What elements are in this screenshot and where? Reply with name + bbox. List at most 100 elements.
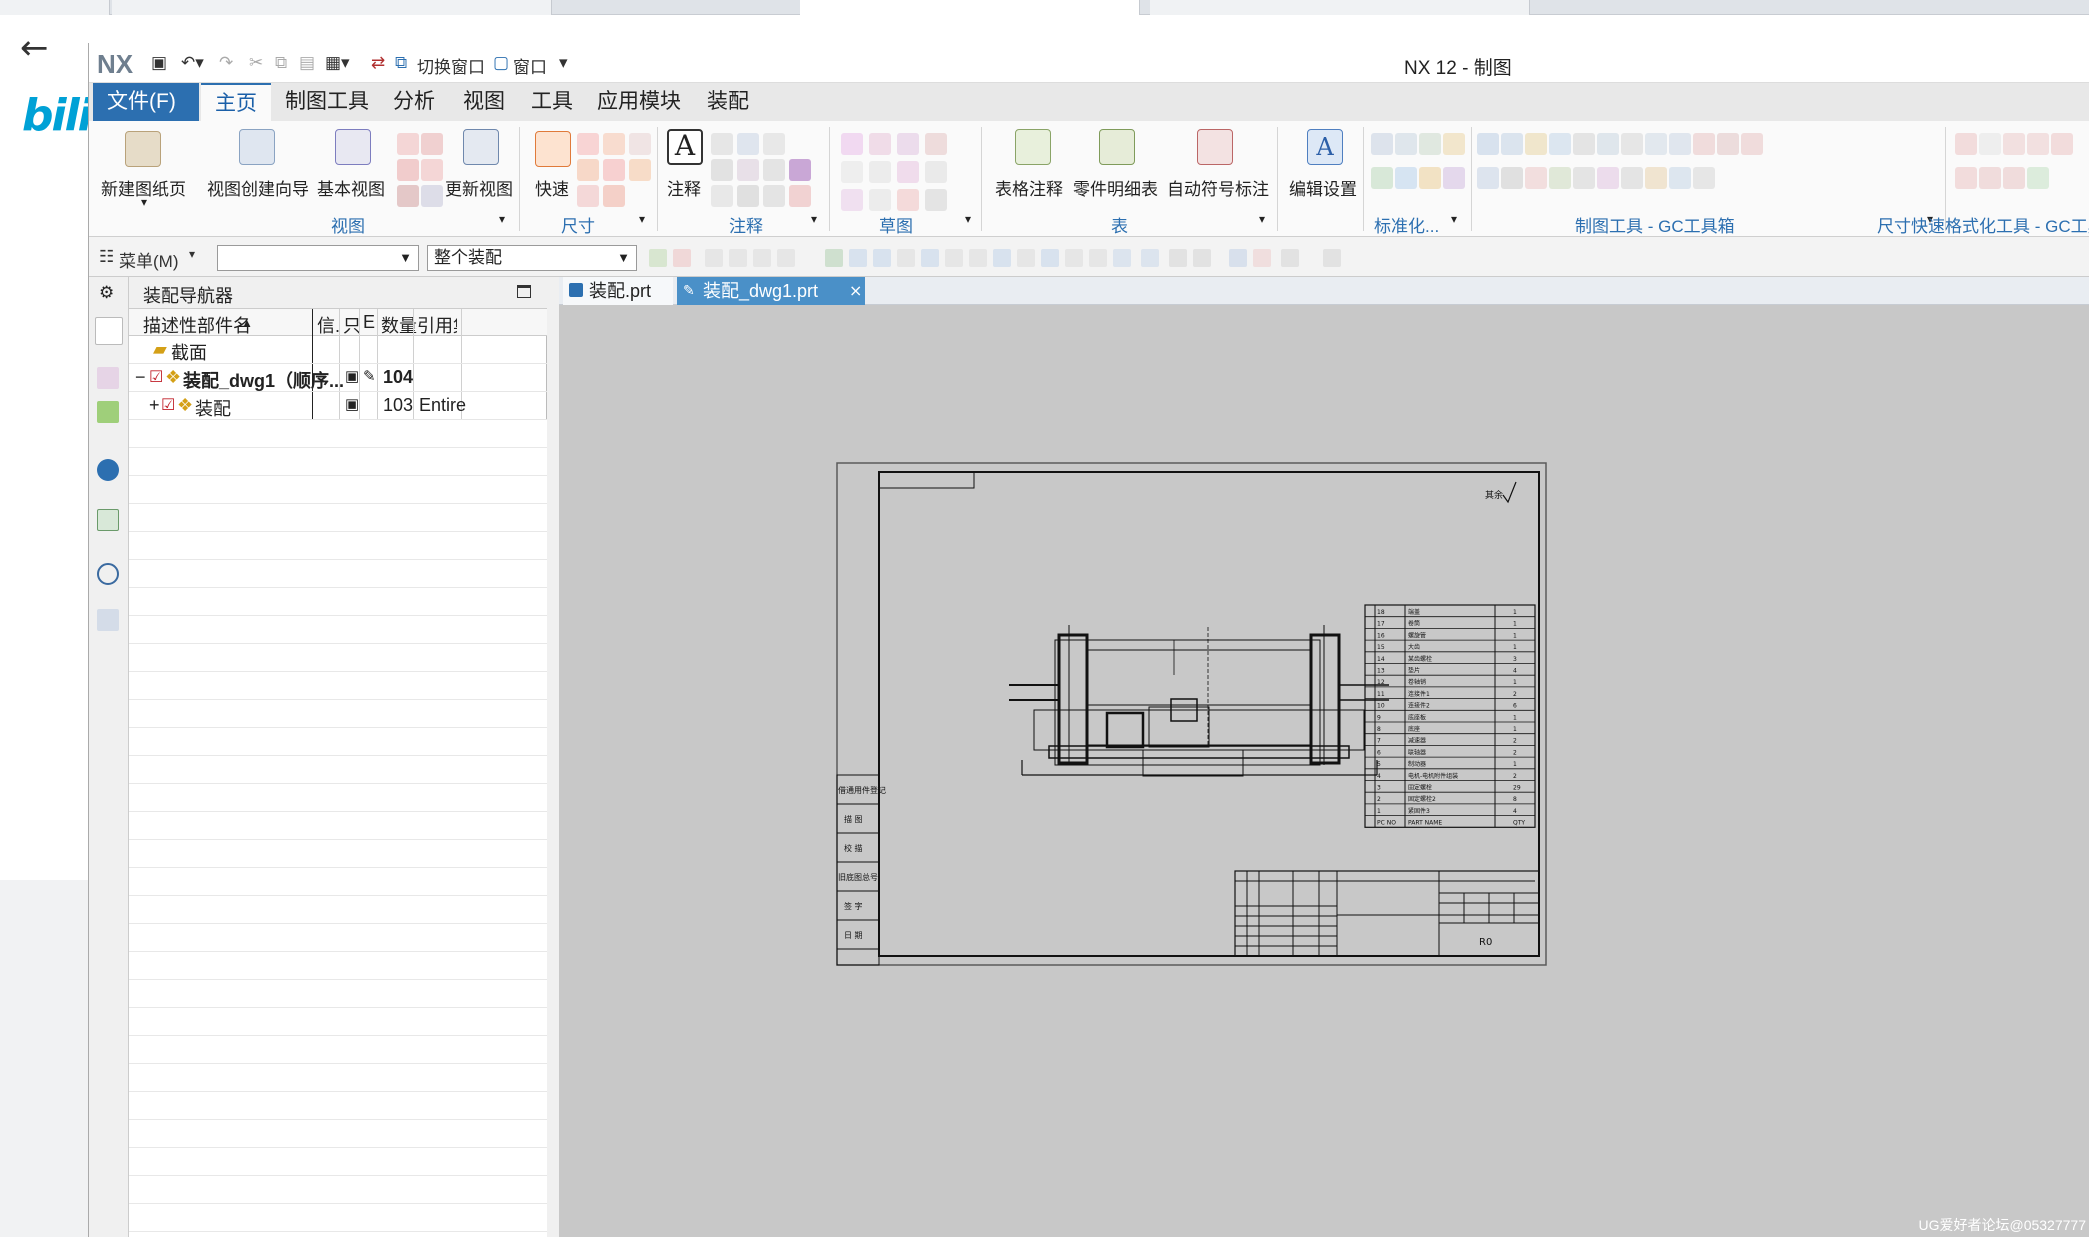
new-sheet-icon[interactable] (125, 131, 161, 167)
parts-list-button[interactable]: 零件明细表 (1073, 175, 1158, 200)
dim-format-tool-icon[interactable] (1979, 167, 2001, 189)
view-tool-icon[interactable] (1323, 249, 1341, 267)
angular-dimension-icon[interactable] (629, 133, 651, 155)
view-wizard-icon[interactable] (239, 129, 275, 165)
feature-control-frame-icon[interactable] (711, 133, 733, 155)
base-view-icon[interactable] (335, 129, 371, 165)
linear-dimension-icon[interactable] (577, 133, 599, 155)
menu-icon[interactable]: ☷ (99, 247, 114, 267)
gc-tool-icon[interactable] (1645, 167, 1667, 189)
rapid-dimension-icon[interactable] (535, 131, 571, 167)
collapse-icon[interactable]: − (135, 367, 146, 388)
gc-tool-icon[interactable] (1621, 167, 1643, 189)
dim-format-tool-icon[interactable] (2027, 167, 2049, 189)
graphics-window[interactable]: 其余 借通用件登记 描 图 校 描 旧底图总号 签 字 日 期 18 端盖 1 … (559, 305, 2089, 1237)
back-arrow-icon[interactable]: ← (20, 28, 49, 68)
roles-icon[interactable] (97, 609, 119, 631)
radial-dimension-icon[interactable] (603, 133, 625, 155)
column-header-name[interactable]: 描述性部件名 (143, 312, 251, 338)
edit-settings-icon[interactable]: A (1307, 129, 1343, 165)
auto-balloon-icon[interactable] (1197, 129, 1233, 165)
section-view-icon[interactable] (421, 133, 443, 155)
sketch-conic-icon[interactable] (869, 189, 891, 211)
sketch-arc-icon[interactable] (925, 133, 947, 155)
snap-point-icon[interactable] (897, 249, 915, 267)
weld-symbol-icon[interactable] (763, 159, 785, 181)
detail-view-icon[interactable] (397, 159, 419, 181)
broken-out-section-icon[interactable] (397, 185, 419, 207)
selection-tool-icon[interactable] (649, 249, 667, 267)
gc-tool-icon[interactable] (1501, 133, 1523, 155)
snap-point-icon[interactable] (993, 249, 1011, 267)
part-navigator-icon[interactable] (97, 401, 119, 423)
magnify-icon[interactable] (711, 185, 733, 207)
column-header-info[interactable]: 信. (317, 312, 340, 338)
standardization-group-expand-icon[interactable]: ▾ (1451, 212, 1457, 226)
gc-tool-icon[interactable] (1741, 133, 1763, 155)
datum-target-icon[interactable] (711, 159, 733, 181)
snap-point-icon[interactable] (825, 249, 843, 267)
view-wizard-button[interactable]: 视图创建向导 (207, 175, 309, 200)
tab-analysis[interactable]: 分析 (379, 83, 449, 121)
type-filter-select[interactable]: ▼ (217, 245, 419, 271)
expand-icon[interactable]: + (149, 395, 160, 416)
gc-tool-icon[interactable] (1549, 167, 1571, 189)
assembly-navigator-icon[interactable] (95, 317, 123, 345)
dim-format-tool-icon[interactable] (2003, 167, 2025, 189)
tab-application[interactable]: 应用模块 (583, 83, 695, 121)
symbol-icon[interactable] (737, 159, 759, 181)
customize-quick-access-icon[interactable]: ▾ (559, 53, 568, 73)
browser-tab[interactable] (0, 0, 110, 15)
snap-point-icon[interactable] (873, 249, 891, 267)
gc-tool-icon[interactable] (1645, 133, 1667, 155)
dim-format-tool-icon[interactable] (2051, 133, 2073, 155)
dim-format-tool-icon[interactable] (1955, 167, 1977, 189)
sort-ascending-icon[interactable]: ▲ (241, 316, 253, 330)
browser-tab[interactable] (112, 0, 552, 15)
ordinate-dimension-icon[interactable] (577, 185, 599, 207)
arc-length-dimension-icon[interactable] (629, 159, 651, 181)
maximize-icon[interactable] (517, 285, 531, 298)
menu-button[interactable]: 菜单(M) (119, 247, 178, 272)
column-header-reference-set[interactable]: 引用集 (417, 312, 457, 338)
dim-format-tool-icon[interactable] (2003, 133, 2025, 155)
tab-home[interactable]: 主页 (201, 83, 271, 121)
repeat-command-icon[interactable]: ⇄ (371, 53, 385, 73)
browser-address-bar[interactable] (150, 15, 2089, 45)
thickness-dimension-icon[interactable] (603, 159, 625, 181)
info-icon[interactable] (97, 459, 119, 481)
sketch-rectangle-icon[interactable] (869, 133, 891, 155)
gear-icon[interactable]: ⚙ (99, 283, 114, 303)
snap-point-icon[interactable] (969, 249, 987, 267)
update-view-icon[interactable] (463, 129, 499, 165)
dim-format-tool-icon[interactable] (2027, 133, 2049, 155)
table-group-expand-icon[interactable]: ▾ (1259, 212, 1265, 226)
paste-icon[interactable]: ▤ (299, 53, 315, 73)
browser-tab-active[interactable] (800, 0, 1140, 15)
note-icon[interactable]: A (667, 129, 703, 165)
view-tool-icon[interactable] (1229, 249, 1247, 267)
gc-tool-icon[interactable] (1501, 167, 1523, 189)
checkbox-checked-icon[interactable]: ☑ (161, 395, 175, 415)
selection-tool-icon[interactable] (673, 249, 691, 267)
sketch-polygon-icon[interactable] (925, 161, 947, 183)
snap-point-icon[interactable] (1065, 249, 1083, 267)
selection-scope-select[interactable]: 整个装配 ▼ (427, 245, 637, 271)
gc-tool-icon[interactable] (1669, 167, 1691, 189)
parts-list-icon[interactable] (1099, 129, 1135, 165)
save-icon[interactable]: ▣ (151, 53, 167, 73)
gc-tool-icon[interactable] (1693, 133, 1715, 155)
sketch-trim-icon[interactable] (897, 189, 919, 211)
standard-tool-icon[interactable] (1371, 133, 1393, 155)
reuse-library-icon[interactable] (97, 509, 119, 531)
sketch-line-icon[interactable] (897, 133, 919, 155)
column-header-modified[interactable]: E (363, 312, 375, 333)
new-sheet-dropdown-icon[interactable]: ▾ (141, 195, 147, 209)
sketch-fillet-icon[interactable] (925, 189, 947, 211)
sketch-ellipse-icon[interactable] (841, 189, 863, 211)
navigator-row-section[interactable]: ▰ 截面 (129, 336, 547, 364)
annotation-group-expand-icon[interactable]: ▾ (811, 212, 817, 226)
copy-icon[interactable]: ⧉ (275, 53, 287, 73)
window-icon[interactable]: ▢ (493, 53, 509, 73)
standard-tool-icon[interactable] (1419, 133, 1441, 155)
